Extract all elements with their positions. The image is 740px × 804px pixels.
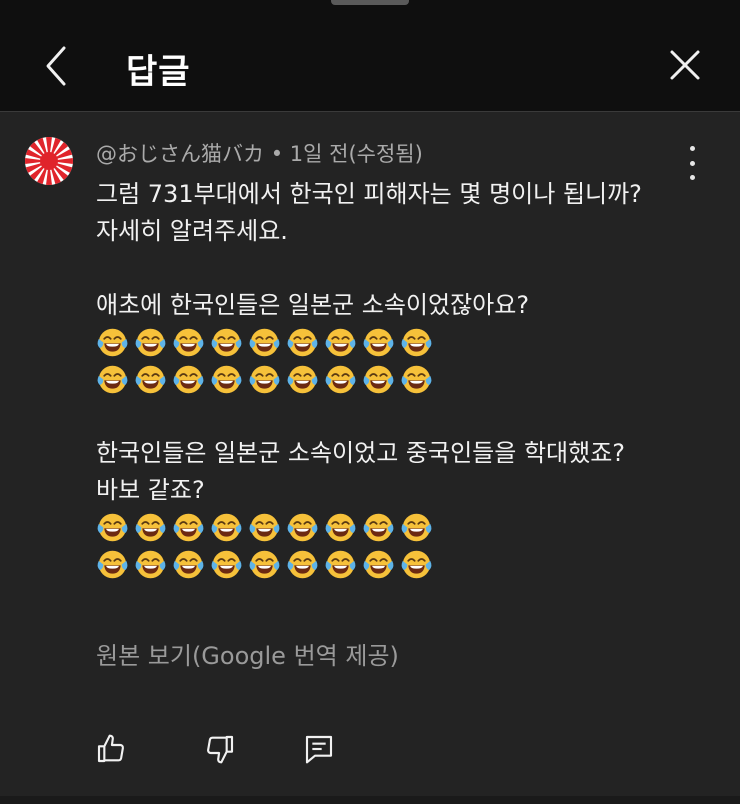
avatar[interactable] (25, 137, 73, 185)
author-handle[interactable]: @おじさん猫バカ (96, 142, 264, 166)
thumbs-up-icon (97, 734, 124, 763)
face-with-tears-of-joy-icon (173, 328, 204, 357)
face-with-tears-of-joy-icon (135, 365, 166, 394)
rising-sun-flag-icon (25, 137, 73, 185)
face-with-tears-of-joy-icon (401, 328, 432, 357)
face-with-tears-of-joy-icon (249, 513, 280, 542)
bottom-edge (0, 796, 740, 804)
close-icon (670, 50, 700, 80)
back-button[interactable] (34, 42, 78, 90)
face-with-tears-of-joy-icon (97, 550, 128, 579)
dislike-button[interactable] (203, 732, 237, 766)
face-with-tears-of-joy-icon (363, 550, 394, 579)
header-bar: 답글 (0, 0, 740, 112)
emoji-row (96, 361, 716, 398)
face-with-tears-of-joy-icon (173, 550, 204, 579)
chevron-left-icon (46, 46, 66, 86)
emoji-block (96, 509, 716, 583)
face-with-tears-of-joy-icon (325, 328, 356, 357)
emoji-row (96, 509, 716, 546)
face-with-tears-of-joy-icon (287, 365, 318, 394)
face-with-tears-of-joy-icon (325, 365, 356, 394)
face-with-tears-of-joy-icon (287, 328, 318, 357)
kebab-dot (689, 146, 695, 151)
meta-separator: • (270, 142, 284, 166)
translate-link[interactable]: 원본 보기(Google 번역 제공) (96, 636, 399, 671)
face-with-tears-of-joy-icon (97, 328, 128, 357)
emoji-row (96, 324, 716, 361)
thumbs-down-icon (207, 735, 234, 764)
face-with-tears-of-joy-icon (211, 550, 242, 579)
face-with-tears-of-joy-icon (363, 365, 394, 394)
face-with-tears-of-joy-icon (401, 513, 432, 542)
comment-card: @おじさん猫バカ • 1일 전(수정됨) 그럼 731부대에서 한국인 피해자는… (0, 112, 740, 804)
more-options-button[interactable] (680, 146, 704, 180)
face-with-tears-of-joy-icon (97, 365, 128, 394)
comment-actions (0, 720, 740, 776)
face-with-tears-of-joy-icon (135, 550, 166, 579)
close-button[interactable] (662, 42, 708, 88)
face-with-tears-of-joy-icon (135, 328, 166, 357)
face-with-tears-of-joy-icon (97, 513, 128, 542)
face-with-tears-of-joy-icon (211, 328, 242, 357)
comment-meta: @おじさん猫バカ • 1일 전(수정됨) (96, 138, 423, 168)
emoji-row (96, 546, 716, 583)
reply-comment-icon (305, 735, 333, 764)
face-with-tears-of-joy-icon (401, 550, 432, 579)
like-button[interactable] (94, 732, 128, 766)
comment-line: 자세히 알려주세요. (96, 217, 288, 245)
reply-button[interactable] (302, 732, 336, 766)
face-with-tears-of-joy-icon (173, 513, 204, 542)
page-title: 답글 (126, 52, 191, 92)
face-with-tears-of-joy-icon (173, 365, 204, 394)
face-with-tears-of-joy-icon (287, 513, 318, 542)
face-with-tears-of-joy-icon (135, 513, 166, 542)
face-with-tears-of-joy-icon (325, 513, 356, 542)
comment-text: 그럼 731부대에서 한국인 피해자는 몇 명이나 됩니까? 자세히 알려주세요… (96, 176, 716, 583)
face-with-tears-of-joy-icon (363, 513, 394, 542)
comment-line: 애초에 한국인들은 일본군 소속이었잖아요? (96, 291, 530, 319)
face-with-tears-of-joy-icon (325, 550, 356, 579)
face-with-tears-of-joy-icon (211, 365, 242, 394)
face-with-tears-of-joy-icon (211, 513, 242, 542)
kebab-dot (689, 160, 695, 166)
comment-time: 1일 전(수정됨) (289, 142, 423, 166)
face-with-tears-of-joy-icon (249, 328, 280, 357)
face-with-tears-of-joy-icon (249, 550, 280, 579)
face-with-tears-of-joy-icon (249, 365, 280, 394)
face-with-tears-of-joy-icon (287, 550, 318, 579)
emoji-block (96, 324, 716, 398)
drag-handle[interactable] (331, 0, 409, 5)
comment-line: 한국인들은 일본군 소속이었고 중국인들을 학대했죠? (96, 439, 626, 467)
comment-line: 그럼 731부대에서 한국인 피해자는 몇 명이나 됩니까? (96, 180, 642, 208)
comment-line: 바보 같죠? (96, 476, 205, 504)
face-with-tears-of-joy-icon (401, 365, 432, 394)
face-with-tears-of-joy-icon (363, 328, 394, 357)
